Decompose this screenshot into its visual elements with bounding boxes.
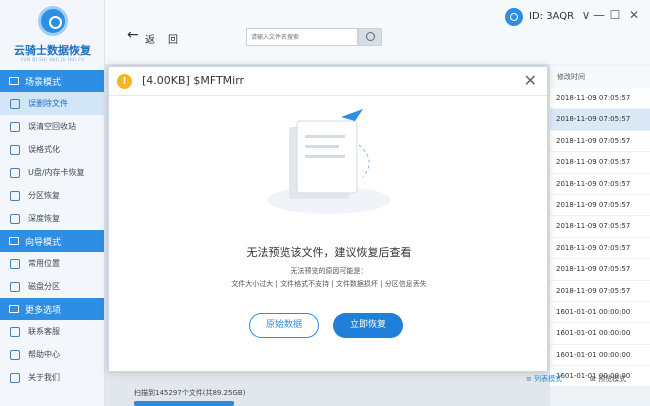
column-header-modified-time[interactable]: 修改时间 — [550, 66, 650, 88]
sidebar-item-format[interactable]: 误格式化 — [0, 138, 104, 161]
dialog-title: [4.00KB] $MFTMirr — [142, 74, 245, 87]
sidebar-item-about[interactable]: 关于我们 — [0, 366, 104, 389]
logo-icon — [38, 6, 68, 36]
table-row[interactable]: 2018-11-09 07:05:57 — [550, 88, 650, 110]
section-title: 向导模式 — [25, 237, 62, 248]
section-title: 更多选项 — [25, 305, 62, 316]
headset-icon — [10, 326, 20, 337]
sidebar-item-label: 常用位置 — [28, 259, 60, 268]
section-wizard-mode[interactable]: 向导模式 — [0, 230, 104, 252]
sidebar-item-label: 帮助中心 — [28, 350, 60, 359]
deleted-file-icon — [10, 98, 20, 109]
search-icon[interactable] — [358, 28, 382, 46]
partition-icon — [10, 190, 20, 201]
sidebar-item-deep-recovery[interactable]: 深度恢复 — [0, 207, 104, 230]
sidebar-item-recycle-bin[interactable]: 误清空回收站 — [0, 115, 104, 138]
preview-error-message: 无法预览该文件，建议恢复后查看 — [246, 246, 412, 259]
help-icon — [10, 349, 20, 360]
sidebar-item-help-center[interactable]: 帮助中心 — [0, 343, 104, 366]
deep-scan-icon — [10, 213, 20, 224]
table-row[interactable]: 2018-11-09 07:05:57 — [550, 280, 650, 302]
recover-now-button[interactable]: 立即恢复 — [333, 313, 403, 338]
table-row[interactable]: 2018-11-09 07:05:57 — [550, 194, 650, 217]
disk-icon — [10, 281, 20, 292]
table-row[interactable]: 2018-11-09 07:05:57 — [550, 259, 650, 281]
sidebar-item-common-locations[interactable]: 常用位置 — [0, 252, 104, 275]
sidebar-item-label: 关于我们 — [28, 373, 60, 382]
sidebar-item-usb-card[interactable]: U盘/内存卡恢复 — [0, 161, 104, 184]
usb-icon — [10, 167, 20, 178]
table-row[interactable]: 2018-11-09 07:05:57 — [550, 237, 650, 260]
section-scene-mode[interactable]: 场景模式 — [0, 70, 104, 92]
back-button[interactable]: 返 — [145, 31, 155, 46]
reason-title: 无法预览的原因可能是： — [290, 267, 368, 275]
table-row[interactable]: 1601-01-01 00:00:00 — [550, 323, 650, 345]
user-avatar-icon[interactable] — [505, 8, 523, 26]
search-input[interactable] — [246, 28, 358, 46]
raw-data-button[interactable]: 原始数据 — [249, 313, 319, 338]
sidebar-item-label: U盘/内存卡恢复 — [28, 168, 85, 177]
section-title: 场景模式 — [25, 77, 62, 88]
reason-list: 文件大小过大 | 文件格式不支持 | 文件数据损坏 | 分区信息丢失 — [231, 280, 427, 288]
minimize-button[interactable]: — — [592, 8, 606, 22]
back-arrow-icon[interactable]: ← — [127, 28, 139, 42]
section-more-options[interactable]: 更多选项 — [0, 298, 104, 320]
table-row[interactable]: 2018-11-09 07:05:57 — [550, 152, 650, 174]
warning-icon: ! — [117, 74, 132, 89]
table-row[interactable]: 2018-11-09 07:05:57 — [550, 173, 650, 195]
sidebar-item-label: 误格式化 — [28, 145, 60, 154]
sidebar-item-label: 误清空回收站 — [28, 122, 76, 131]
preview-view-toggle[interactable]: 预览模式 — [590, 374, 626, 384]
sidebar-item-label: 磁盘分区 — [28, 282, 60, 291]
sidebar-item-label: 误删除文件 — [28, 99, 68, 108]
format-icon — [10, 144, 20, 155]
sidebar-item-label: 分区恢复 — [28, 191, 60, 200]
table-row[interactable]: 1601-01-01 00:00:00 — [550, 301, 650, 324]
close-window-button[interactable]: ✕ — [627, 8, 641, 22]
file-table: 2018-11-09 07:05:57 2018-11-09 07:05:57 20… — [550, 88, 650, 388]
user-id: ID: 3AQR — [529, 11, 575, 22]
sidebar-item-label: 深度恢复 — [28, 214, 60, 223]
logo-title: 云骑士数据恢复 — [14, 44, 91, 57]
dialog-header: ! [4.00KB] $MFTMirr ✕ — [109, 67, 547, 96]
maximize-button[interactable]: ☐ — [608, 8, 622, 22]
sidebar-item-contact-support[interactable]: 联系客服 — [0, 320, 104, 343]
table-row[interactable]: 2018-11-09 07:05:57 — [550, 130, 650, 153]
more-options-icon — [9, 305, 19, 313]
document-illustration-icon — [267, 109, 391, 214]
top-bar: ← 返 回 ID: 3AQR ∨ — ☐ ✕ — [105, 0, 650, 64]
sidebar-item-disk-partition[interactable]: 磁盘分区 — [0, 275, 104, 298]
scene-mode-icon — [9, 77, 19, 85]
wizard-mode-icon — [9, 237, 19, 245]
table-row[interactable]: 1601-01-01 00:00:00 — [550, 344, 650, 367]
info-icon — [10, 372, 20, 383]
dialog-close-button[interactable]: ✕ — [524, 71, 537, 90]
home-button[interactable]: 回 — [168, 31, 178, 46]
sidebar: 云骑士数据恢复 YUN QI SHI SHU JU HUI FU 场景模式 误删… — [0, 0, 105, 406]
preview-dialog: ! [4.00KB] $MFTMirr ✕ 无法预览该文件，建议恢复后查看 无法… — [108, 66, 548, 372]
sidebar-item-deleted-files[interactable]: 误删除文件 — [0, 92, 104, 115]
dropdown-menu-button[interactable]: ∨ — [579, 8, 593, 22]
app-logo: 云骑士数据恢复 YUN QI SHI SHU JU HUI FU — [0, 0, 104, 70]
logo-subtitle: YUN QI SHI SHU JU HUI FU — [20, 57, 85, 62]
sidebar-item-partition[interactable]: 分区恢复 — [0, 184, 104, 207]
folder-icon — [10, 258, 20, 269]
recycle-bin-icon — [10, 121, 20, 132]
table-row[interactable]: 2018-11-09 07:05:57 — [550, 109, 650, 131]
sidebar-item-label: 联系客服 — [28, 327, 60, 336]
table-row[interactable]: 2018-11-09 07:05:57 — [550, 216, 650, 238]
